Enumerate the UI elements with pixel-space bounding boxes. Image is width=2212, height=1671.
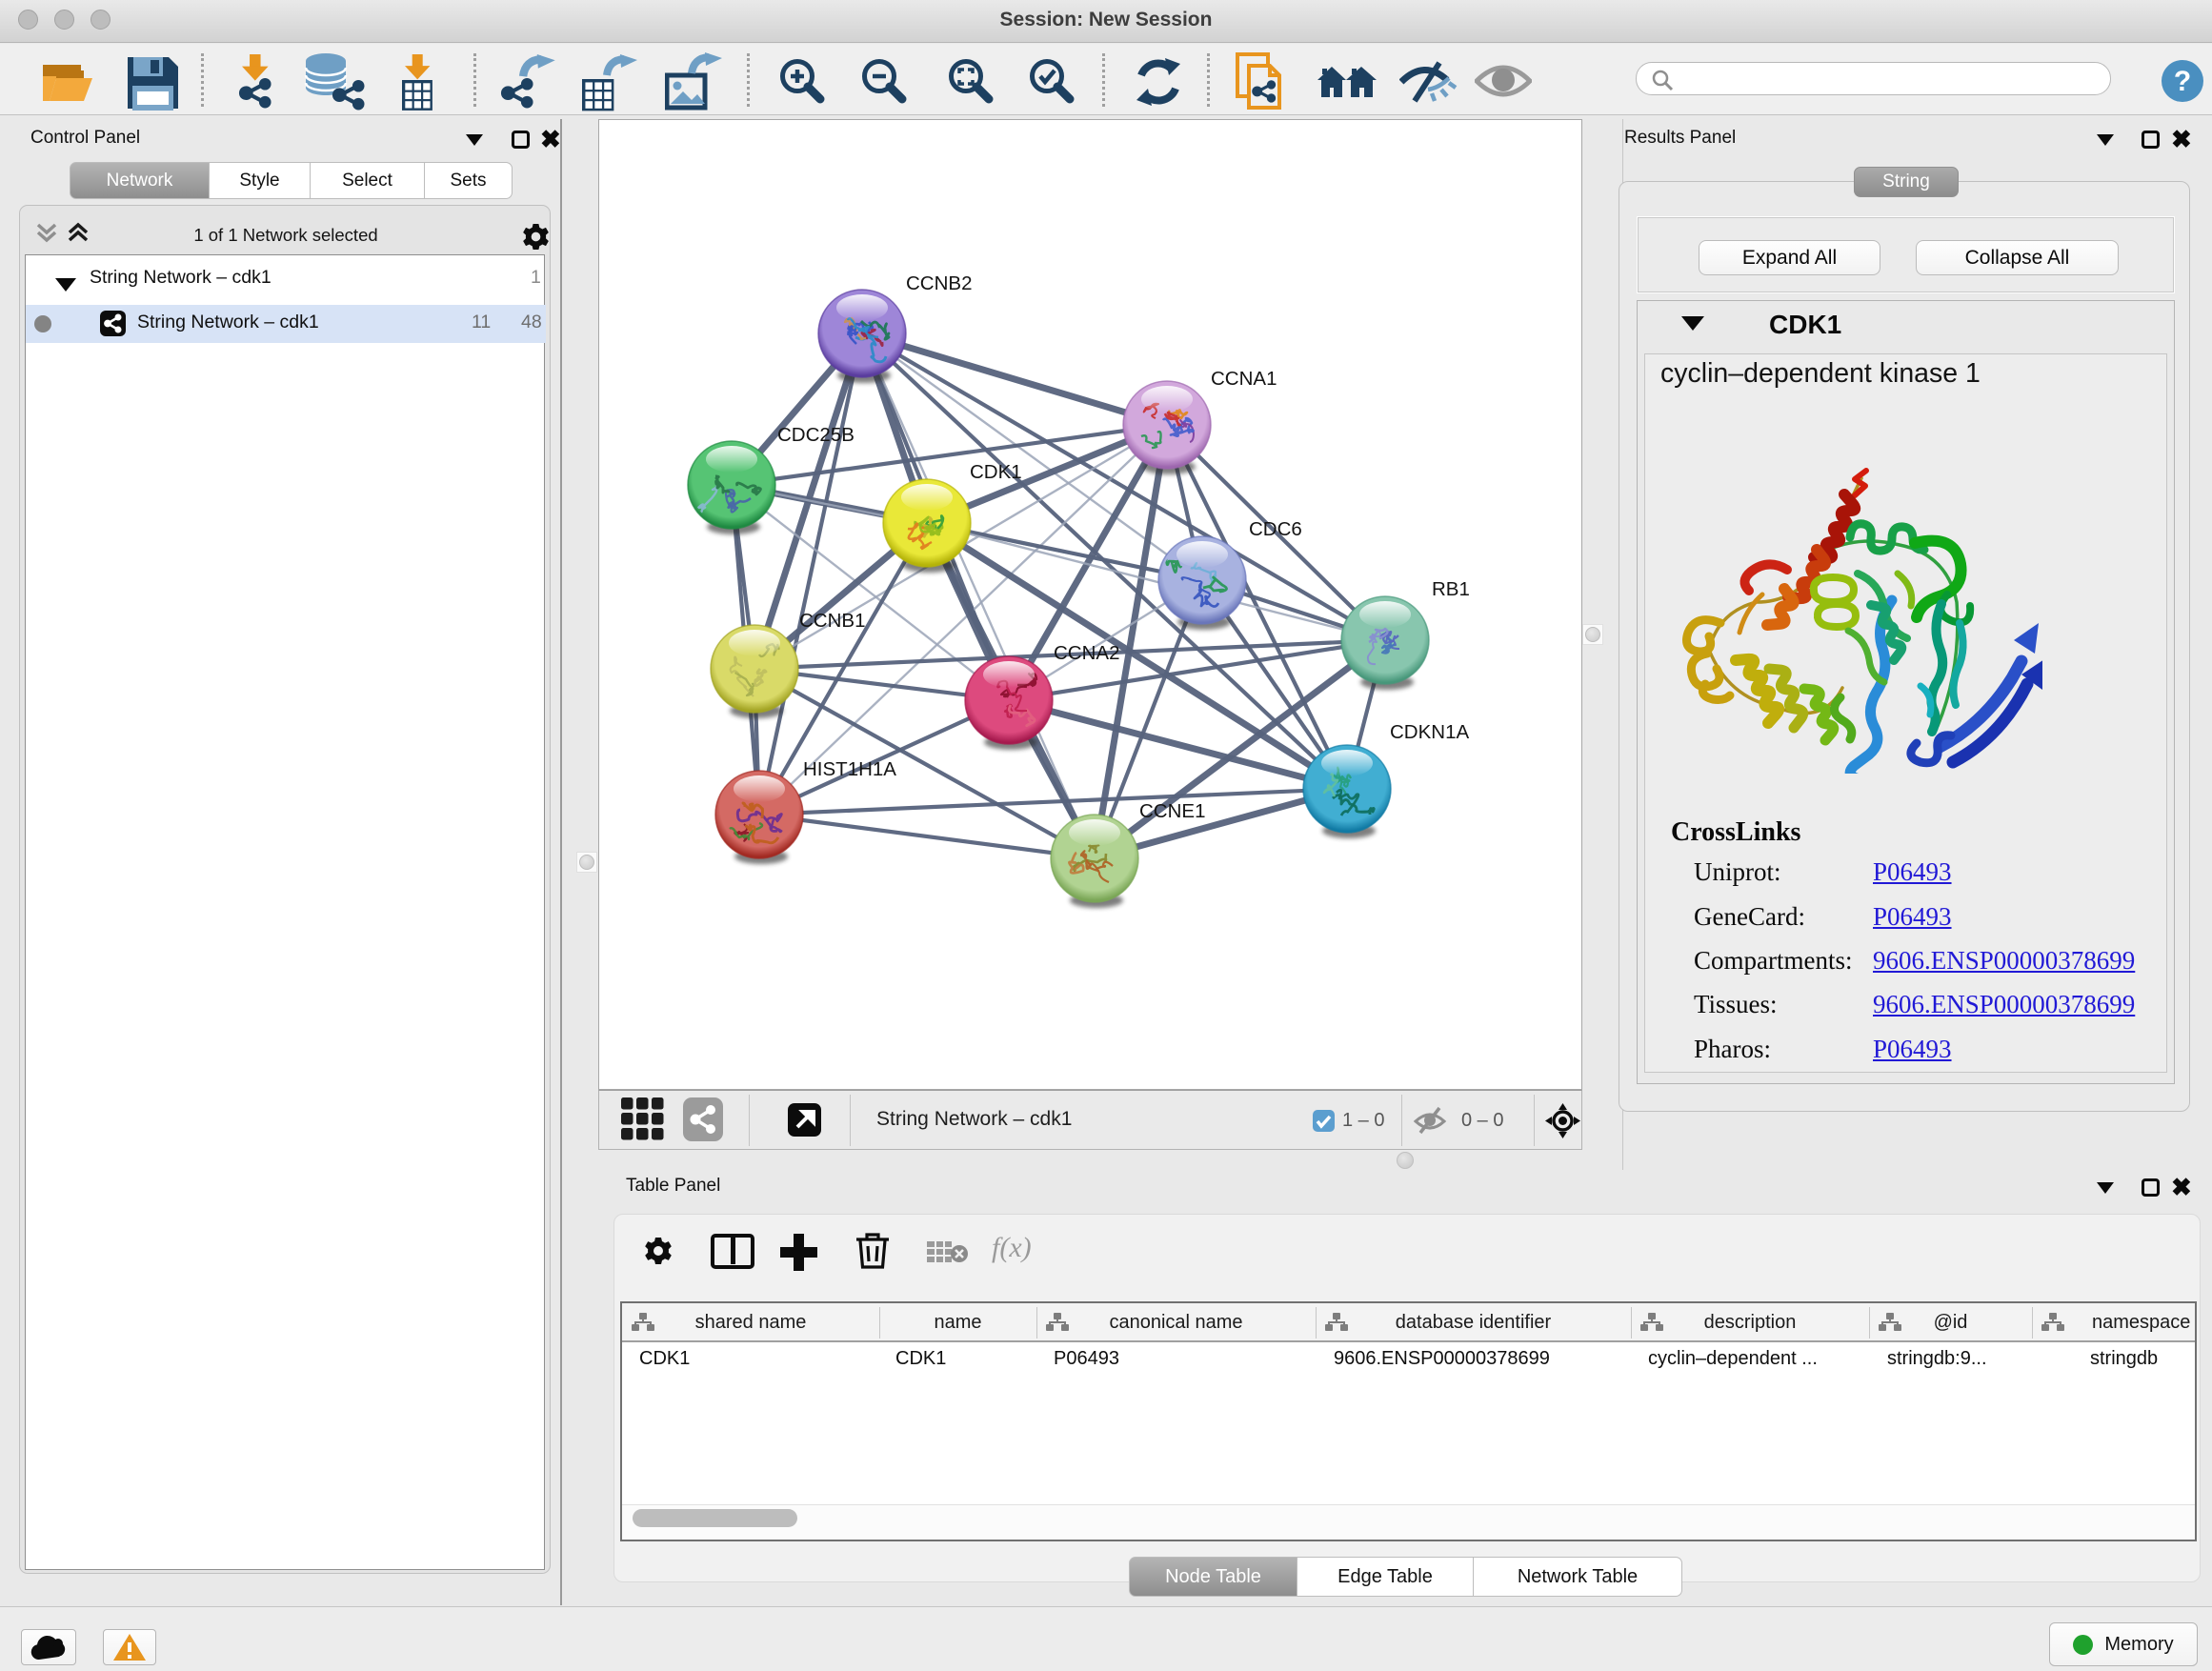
svg-text:RB1: RB1 (1432, 578, 1470, 600)
svg-text:CDKN1A: CDKN1A (1390, 721, 1469, 743)
svg-text:CDC6: CDC6 (1249, 518, 1302, 540)
svg-text:HIST1H1A: HIST1H1A (803, 758, 896, 780)
svg-text:CCNA1: CCNA1 (1211, 368, 1277, 390)
svg-text:CCNB1: CCNB1 (799, 610, 866, 632)
svg-text:?: ? (2174, 66, 2191, 97)
svg-text:CDC25B: CDC25B (777, 424, 855, 446)
svg-text:CCNA2: CCNA2 (1054, 642, 1120, 664)
svg-text:CCNE1: CCNE1 (1139, 800, 1206, 822)
svg-text:CCNB2: CCNB2 (906, 272, 973, 294)
svg-text:CDK1: CDK1 (970, 461, 1022, 483)
